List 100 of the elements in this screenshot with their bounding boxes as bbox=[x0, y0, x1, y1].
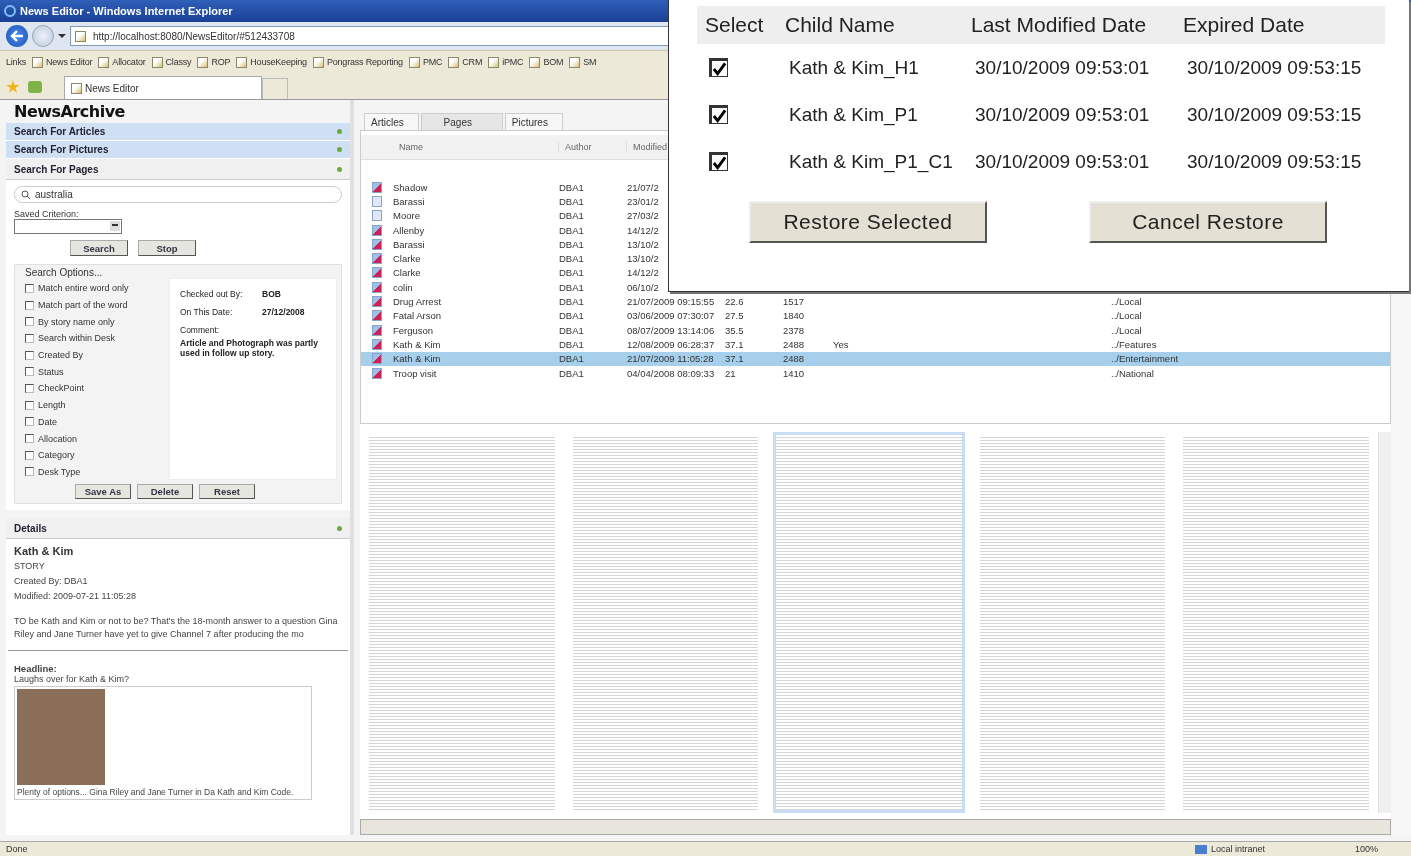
checkbox-label: Search within Desk bbox=[38, 333, 116, 344]
table-cell: 22.6 bbox=[725, 296, 744, 307]
security-zone: Local intranet bbox=[1195, 844, 1345, 854]
table-cell: Barassi bbox=[393, 238, 425, 250]
table-cell: 21/07/2 bbox=[627, 181, 659, 193]
headline-text: Laughs over for Kath & Kim? bbox=[14, 674, 131, 685]
table-cell: 08/07/2009 13:14:06 bbox=[627, 324, 715, 336]
table-cell: 21 bbox=[725, 367, 736, 379]
window-title: News Editor - Windows Internet Explorer bbox=[20, 5, 233, 17]
table-cell: Yes bbox=[833, 338, 849, 350]
table-cell: Shadow bbox=[393, 181, 428, 193]
table-cell: Ferguson bbox=[393, 324, 434, 336]
table-cell: DBA1 bbox=[559, 267, 584, 279]
table-cell-text: Kath & Kim_H1 bbox=[789, 56, 920, 79]
table-cell: Allenby bbox=[393, 224, 425, 236]
checkbox-label: Allocation bbox=[38, 433, 78, 444]
table-cell: 2488 bbox=[783, 353, 805, 365]
table-cell: 14/12/2 bbox=[627, 267, 659, 279]
table-cell: 1840 bbox=[783, 310, 805, 322]
table-cell-text: 30/10/2009 09:53:01 bbox=[975, 56, 1151, 79]
modified-text: Modified: 2009-07-21 11:05:28 bbox=[14, 591, 137, 602]
table-cell: ../Features bbox=[1111, 338, 1157, 350]
info-label: On This Date: bbox=[180, 307, 234, 317]
story-title: Kath & Kim bbox=[14, 545, 75, 558]
table-cell: DBA1 bbox=[559, 367, 584, 379]
links-label: Links bbox=[6, 57, 26, 67]
table-cell: DBA1 bbox=[559, 296, 584, 307]
table-cell: 2378 bbox=[783, 324, 805, 336]
table-cell: 1410 bbox=[783, 367, 805, 379]
checkbox-label: Length bbox=[38, 400, 66, 411]
table-cell-text: 30/10/2009 09:53:01 bbox=[975, 103, 1151, 126]
table-cell: Kath & Kim bbox=[393, 338, 441, 350]
info-label: Checked out By: bbox=[180, 289, 244, 299]
table-cell: DBA1 bbox=[559, 310, 584, 322]
table-cell: 14/12/2 bbox=[627, 224, 659, 236]
info-label: Comment: bbox=[180, 325, 221, 335]
info-value: BOB bbox=[262, 289, 281, 301]
table-cell: 12/08/2009 06:28:37 bbox=[627, 338, 715, 350]
table-cell: 35.5 bbox=[725, 324, 744, 336]
table-cell: 21/07/2009 09:15:55 bbox=[627, 296, 715, 307]
table-cell: DBA1 bbox=[559, 210, 584, 222]
column-header: Select bbox=[705, 13, 765, 37]
checkbox-label: Created By bbox=[38, 350, 84, 361]
checkbox-label: CheckPoint bbox=[38, 383, 85, 394]
checkbox-label: Status bbox=[38, 366, 64, 377]
table-cell-text: 30/10/2009 09:53:15 bbox=[1187, 103, 1363, 126]
table-cell-text: 30/10/2009 09:53:15 bbox=[1187, 150, 1363, 173]
checkbox-label: By story name only bbox=[38, 316, 115, 327]
table-cell: ../Local bbox=[1111, 310, 1142, 322]
story-type: STORY bbox=[14, 561, 46, 572]
table-cell: DBA1 bbox=[559, 181, 584, 193]
table-cell: Drug Arrest bbox=[393, 296, 442, 307]
table-cell: 37.1 bbox=[725, 338, 744, 350]
table-cell: DBA1 bbox=[559, 338, 584, 350]
checkbox-label: Category bbox=[38, 450, 75, 461]
table-cell: 37.1 bbox=[725, 353, 744, 365]
column-header: Last Modified Date bbox=[971, 13, 1148, 37]
table-cell: Clarke bbox=[393, 253, 421, 265]
table-cell: DBA1 bbox=[559, 195, 584, 207]
info-value: 27/12/2008 bbox=[262, 307, 305, 319]
app-title: NewsArchive bbox=[13, 101, 126, 123]
table-cell: 23/01/2 bbox=[627, 195, 659, 207]
status-text: Done bbox=[6, 844, 28, 854]
table-cell: colin bbox=[393, 281, 413, 293]
table-cell: DBA1 bbox=[559, 353, 584, 365]
table-cell: 13/10/2 bbox=[627, 253, 659, 265]
photo-caption: Plenty of options... Gina Riley and Jane Turner in Da Kath and Kim Code. bbox=[17, 787, 295, 798]
table-cell: ../Local bbox=[1111, 296, 1142, 307]
table-cell: Fatal Arson bbox=[393, 310, 442, 322]
checkbox-label: Date bbox=[38, 416, 57, 427]
table-cell: DBA1 bbox=[559, 224, 584, 236]
table-cell: DBA1 bbox=[559, 324, 584, 336]
table-cell: 2488 bbox=[783, 338, 805, 350]
table-cell: 27/03/2 bbox=[627, 210, 659, 222]
column-header: Child Name bbox=[785, 13, 896, 37]
table-cell: 06/10/2 bbox=[627, 281, 659, 293]
checkbox-label: Match part of the word bbox=[38, 300, 128, 311]
table-cell: Kath & Kim bbox=[393, 353, 441, 365]
table-cell: Barassi bbox=[393, 195, 425, 207]
comment-text: Article and Photograph was partly used in follow up story. bbox=[180, 338, 319, 358]
table-cell: ../Local bbox=[1111, 324, 1142, 336]
table-cell: 13/10/2 bbox=[627, 238, 659, 250]
table-cell: Troop visit bbox=[393, 367, 437, 379]
table-cell-text: Kath & Kim_P1 bbox=[789, 103, 919, 126]
created-by-text: Created By: DBA1 bbox=[14, 576, 89, 587]
story-summary: TO be Kath and Kim or not to be? That's the 18-month answer to a question Gina Riley and Jane Turner have yet to give Channel 7 after producing the mo bbox=[14, 615, 339, 641]
table-cell: DBA1 bbox=[559, 253, 584, 265]
headline-label: Headline: bbox=[14, 663, 58, 675]
table-cell: 21/07/2009 11:05:28 bbox=[627, 353, 714, 365]
field-label: Saved Criterion: bbox=[14, 209, 80, 219]
table-cell: ../National bbox=[1111, 367, 1154, 379]
table-cell: 1517 bbox=[783, 296, 805, 307]
table-cell: ../Entertainment bbox=[1111, 353, 1179, 365]
table-cell-text: 30/10/2009 09:53:15 bbox=[1187, 56, 1363, 79]
table-cell: Clarke bbox=[393, 267, 421, 279]
column-header: Expired Date bbox=[1183, 13, 1306, 37]
table-cell: DBA1 bbox=[559, 281, 584, 293]
table-cell-text: 30/10/2009 09:53:01 bbox=[975, 150, 1151, 173]
table-cell: 04/04/2008 08:09:33 bbox=[627, 367, 715, 379]
table-cell-text: Kath & Kim_P1_C1 bbox=[789, 150, 954, 173]
